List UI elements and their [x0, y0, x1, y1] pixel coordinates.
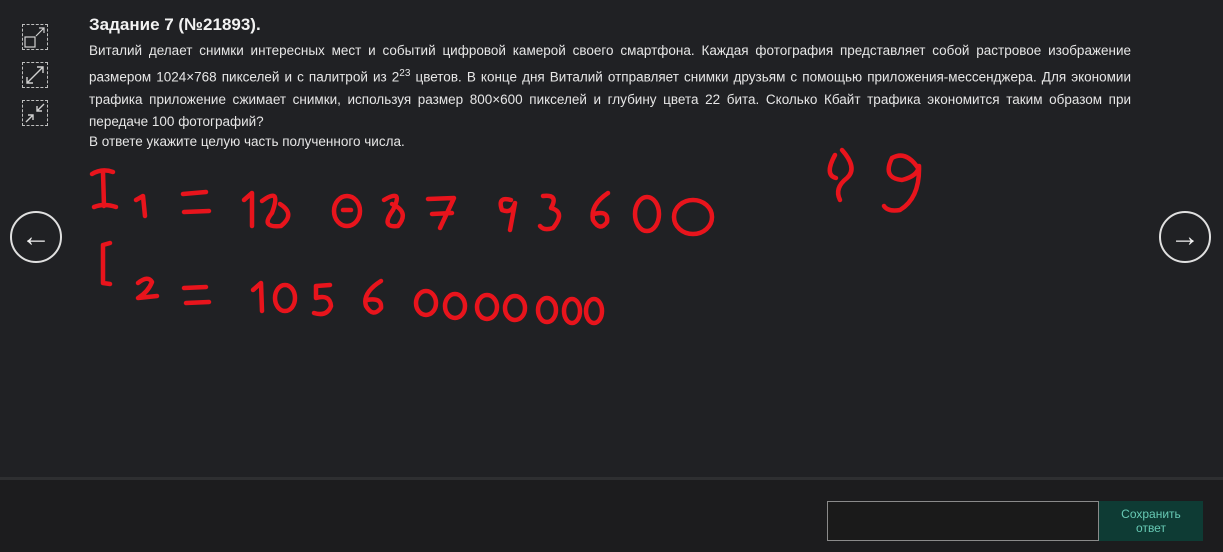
handwriting-margin-note [827, 147, 922, 213]
handwriting-layer [89, 147, 922, 326]
answer-bar: Сохранить ответ [0, 477, 1223, 552]
save-answer-button[interactable]: Сохранить ответ [1099, 501, 1203, 541]
handwriting-line2 [100, 240, 605, 326]
handwriting-line1 [89, 168, 715, 237]
answer-input[interactable] [827, 501, 1099, 541]
